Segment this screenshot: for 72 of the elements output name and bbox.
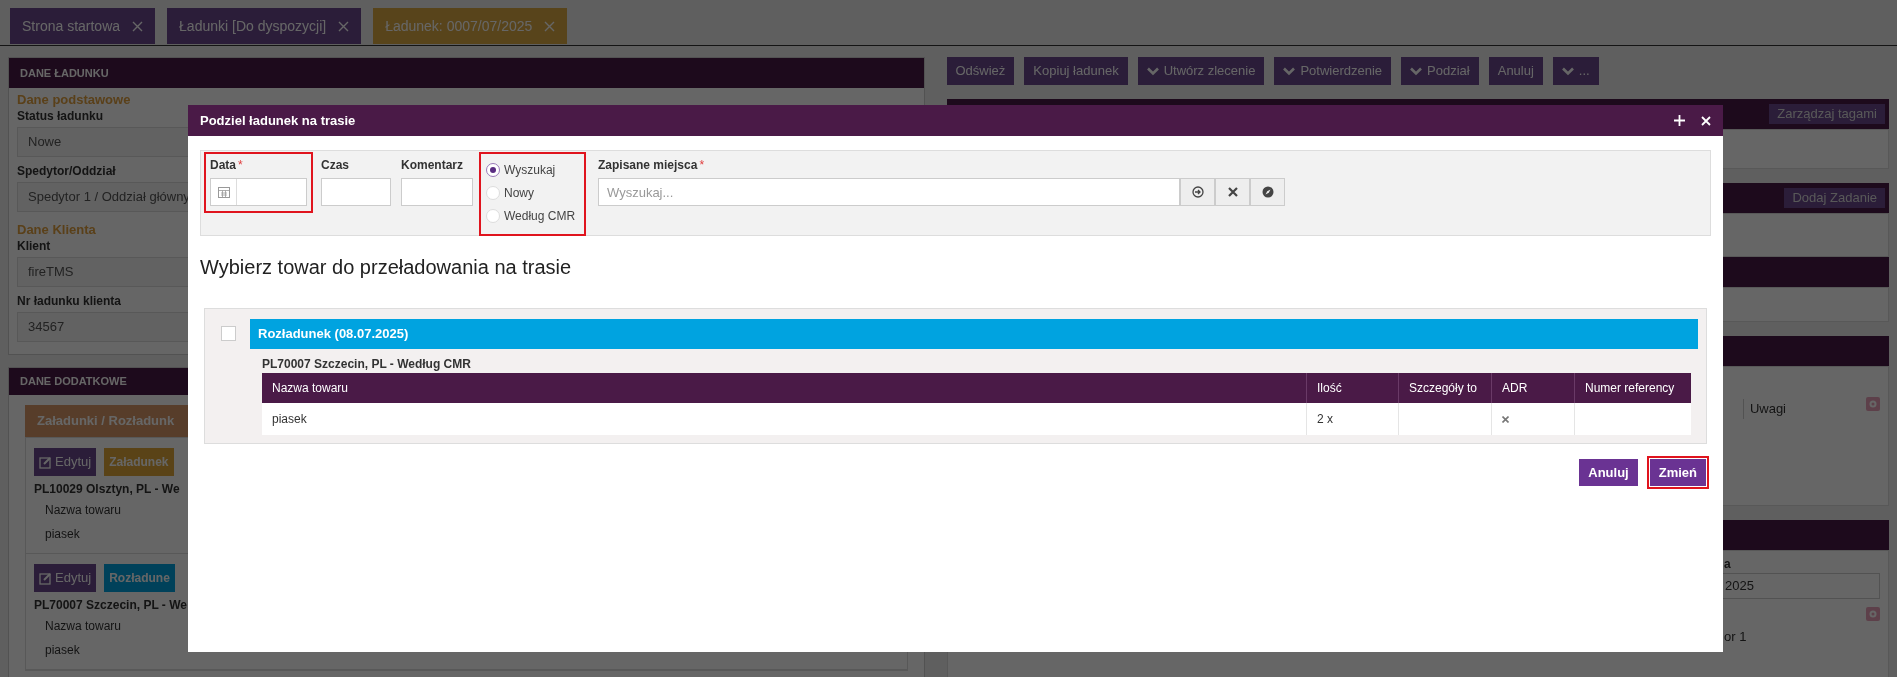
date-field[interactable] xyxy=(210,178,307,206)
text-field[interactable] xyxy=(401,178,473,206)
toolbar-button[interactable]: Kopiuj ładunek xyxy=(1024,57,1128,85)
compass-icon xyxy=(1261,186,1274,198)
stop-badge: Rozładune xyxy=(104,564,175,592)
stop-location: PL70007 Szczecin, PL - Według CMR xyxy=(262,356,471,373)
goods-name: piasek xyxy=(45,526,80,543)
toolbar-button[interactable]: Podział xyxy=(1401,57,1479,85)
toolbar-button[interactable]: Anuluj xyxy=(1488,57,1543,85)
toolbar-button[interactable]: Potwierdzenie xyxy=(1274,57,1392,85)
table-cell: 2 x xyxy=(1306,403,1398,435)
chevron-down-icon xyxy=(1561,66,1574,76)
arrow-circle-icon xyxy=(1191,186,1204,198)
field-label: Spedytor/Oddział xyxy=(17,163,116,179)
chevron-down-icon xyxy=(1410,66,1423,76)
edit-icon xyxy=(39,571,52,585)
dialog-button[interactable]: Anuluj xyxy=(1579,459,1638,486)
field-label: Czas xyxy=(321,157,349,174)
chevron-down-icon xyxy=(1146,66,1159,76)
plus-icon[interactable] xyxy=(1674,115,1685,126)
panel-title: DANE DODATKOWE xyxy=(20,374,127,390)
required-mark: * xyxy=(699,157,705,174)
radio-label: Nowy xyxy=(504,185,534,202)
clear-button[interactable] xyxy=(1215,178,1250,206)
field-label: Status ładunku xyxy=(17,108,103,124)
toolbar-button[interactable]: ... xyxy=(1552,57,1599,85)
gear-icon[interactable] xyxy=(1866,607,1880,621)
edit-icon xyxy=(39,455,52,469)
required-mark: * xyxy=(238,157,243,174)
radio-label: Według CMR xyxy=(504,208,576,225)
close-icon[interactable] xyxy=(1701,115,1711,126)
radio-label: Wyszukaj xyxy=(504,162,556,179)
goods-name: piasek xyxy=(45,642,80,659)
field-label: Komentarz xyxy=(401,157,463,174)
gear-icon[interactable] xyxy=(1866,397,1880,411)
notes-label: Uwagi xyxy=(1742,399,1786,419)
group-heading: Dane Klienta xyxy=(17,222,96,238)
tab[interactable]: Ładunek: 0007/07/2025 xyxy=(373,8,568,44)
field-label: a xyxy=(1724,556,1731,573)
stop-title: Rozładunek (08.07.2025) xyxy=(258,325,409,344)
toolbar-button[interactable]: Utwórz zlecenie xyxy=(1137,57,1265,85)
text-field[interactable] xyxy=(321,178,391,206)
locate-button[interactable] xyxy=(1250,178,1285,206)
field-label: Zapisane miejsca xyxy=(598,157,698,174)
dialog-title: Podziel ładunek na trasie xyxy=(200,111,356,130)
go-button[interactable] xyxy=(1180,178,1215,206)
dialog-button[interactable]: Zmień xyxy=(1649,459,1706,486)
group-heading: Dane podstawowe xyxy=(17,92,131,108)
checkbox[interactable] xyxy=(221,326,236,341)
tab[interactable]: Ładunki [Do dyspozycji] xyxy=(167,8,362,44)
edit-button[interactable]: Edytuj xyxy=(34,564,97,592)
calendar-icon xyxy=(217,186,230,198)
column-label: Nazwa towaru xyxy=(45,502,122,519)
stop-location: PL70007 Szczecin, PL - We xyxy=(34,597,187,614)
detail-text: or 1 xyxy=(1724,628,1747,646)
table-cell-text: piasek xyxy=(271,411,308,428)
close-icon xyxy=(1227,187,1238,197)
tab[interactable]: Strona startowa xyxy=(10,8,156,44)
chevron-down-icon xyxy=(1283,66,1296,76)
search-field[interactable]: Wyszukaj... xyxy=(598,178,1180,206)
section-heading: Wybierz towar do przeładowania na trasie xyxy=(200,255,572,280)
field-label: Nr ładunku klienta xyxy=(17,293,122,309)
panel-title: DANE ŁADUNKU xyxy=(20,65,109,81)
stop-location: PL10029 Olsztyn, PL - We xyxy=(34,481,180,498)
field-label: Klient xyxy=(17,238,51,254)
column-label: Nazwa towaru xyxy=(45,618,122,635)
toolbar-button[interactable]: Odśwież xyxy=(946,57,1015,85)
radio-button[interactable] xyxy=(486,163,500,177)
stop-badge: Załadunek xyxy=(104,448,174,476)
field-label: Data xyxy=(210,157,236,174)
column-header: Nazwa towaru xyxy=(271,380,350,397)
edit-button[interactable]: Edytuj xyxy=(34,448,97,476)
